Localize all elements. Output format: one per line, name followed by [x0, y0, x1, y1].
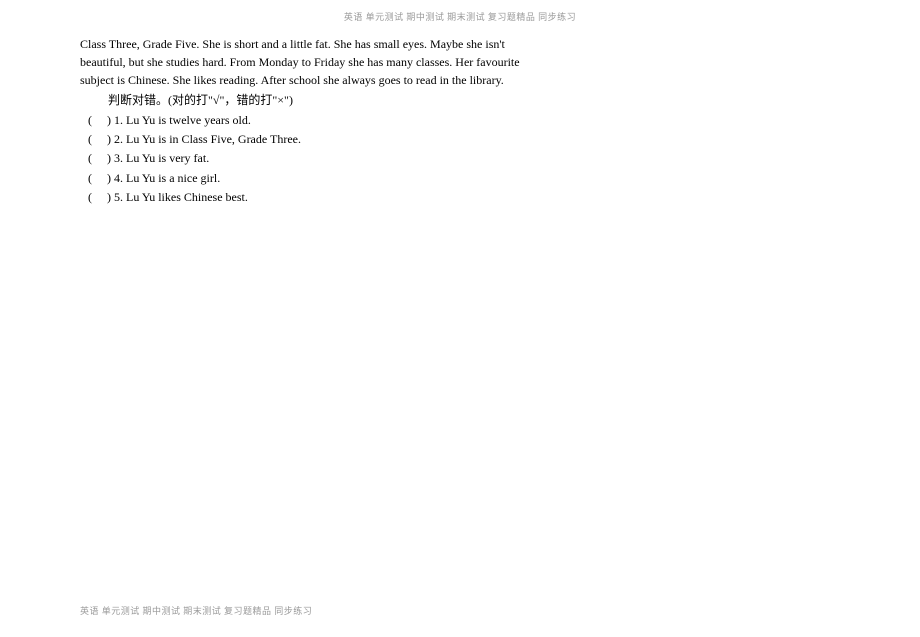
footer-text: 英语 单元测试 期中测试 期末测试 复习题精品 同步练习	[80, 606, 312, 616]
passage-line: beautiful, but she studies hard. From Mo…	[80, 53, 840, 71]
question-text: Lu Yu is a nice girl.	[126, 171, 220, 185]
question-text: Lu Yu is twelve years old.	[126, 113, 251, 127]
page-header: 英语 单元测试 期中测试 期末测试 复习题精品 同步练习	[0, 0, 920, 23]
passage-line: Class Three, Grade Five. She is short an…	[80, 35, 840, 53]
question-text: Lu Yu is very fat.	[126, 151, 209, 165]
answer-blank[interactable]: ( )	[88, 169, 111, 188]
header-text: 英语 单元测试 期中测试 期末测试 复习题精品 同步练习	[344, 12, 576, 22]
reading-passage: Class Three, Grade Five. She is short an…	[80, 35, 840, 89]
question-item: ( ) 3. Lu Yu is very fat.	[88, 149, 840, 168]
page-footer: 英语 单元测试 期中测试 期末测试 复习题精品 同步练习	[80, 604, 312, 617]
answer-blank[interactable]: ( )	[88, 188, 111, 207]
question-number: 4.	[114, 171, 123, 185]
question-item: ( ) 2. Lu Yu is in Class Five, Grade Thr…	[88, 130, 840, 149]
answer-blank[interactable]: ( )	[88, 149, 111, 168]
document-content: Class Three, Grade Five. She is short an…	[0, 23, 920, 207]
question-text: Lu Yu is in Class Five, Grade Three.	[126, 132, 301, 146]
question-number: 1.	[114, 113, 123, 127]
question-item: ( ) 4. Lu Yu is a nice girl.	[88, 169, 840, 188]
question-number: 3.	[114, 151, 123, 165]
answer-blank[interactable]: ( )	[88, 111, 111, 130]
question-text: Lu Yu likes Chinese best.	[126, 190, 248, 204]
instruction-text: 判断对错。(对的打"√"，错的打"×")	[80, 91, 840, 109]
passage-line: subject is Chinese. She likes reading. A…	[80, 71, 840, 89]
question-number: 5.	[114, 190, 123, 204]
question-item: ( ) 5. Lu Yu likes Chinese best.	[88, 188, 840, 207]
question-item: ( ) 1. Lu Yu is twelve years old.	[88, 111, 840, 130]
question-list: ( ) 1. Lu Yu is twelve years old. ( ) 2.…	[80, 111, 840, 207]
answer-blank[interactable]: ( )	[88, 130, 111, 149]
question-number: 2.	[114, 132, 123, 146]
